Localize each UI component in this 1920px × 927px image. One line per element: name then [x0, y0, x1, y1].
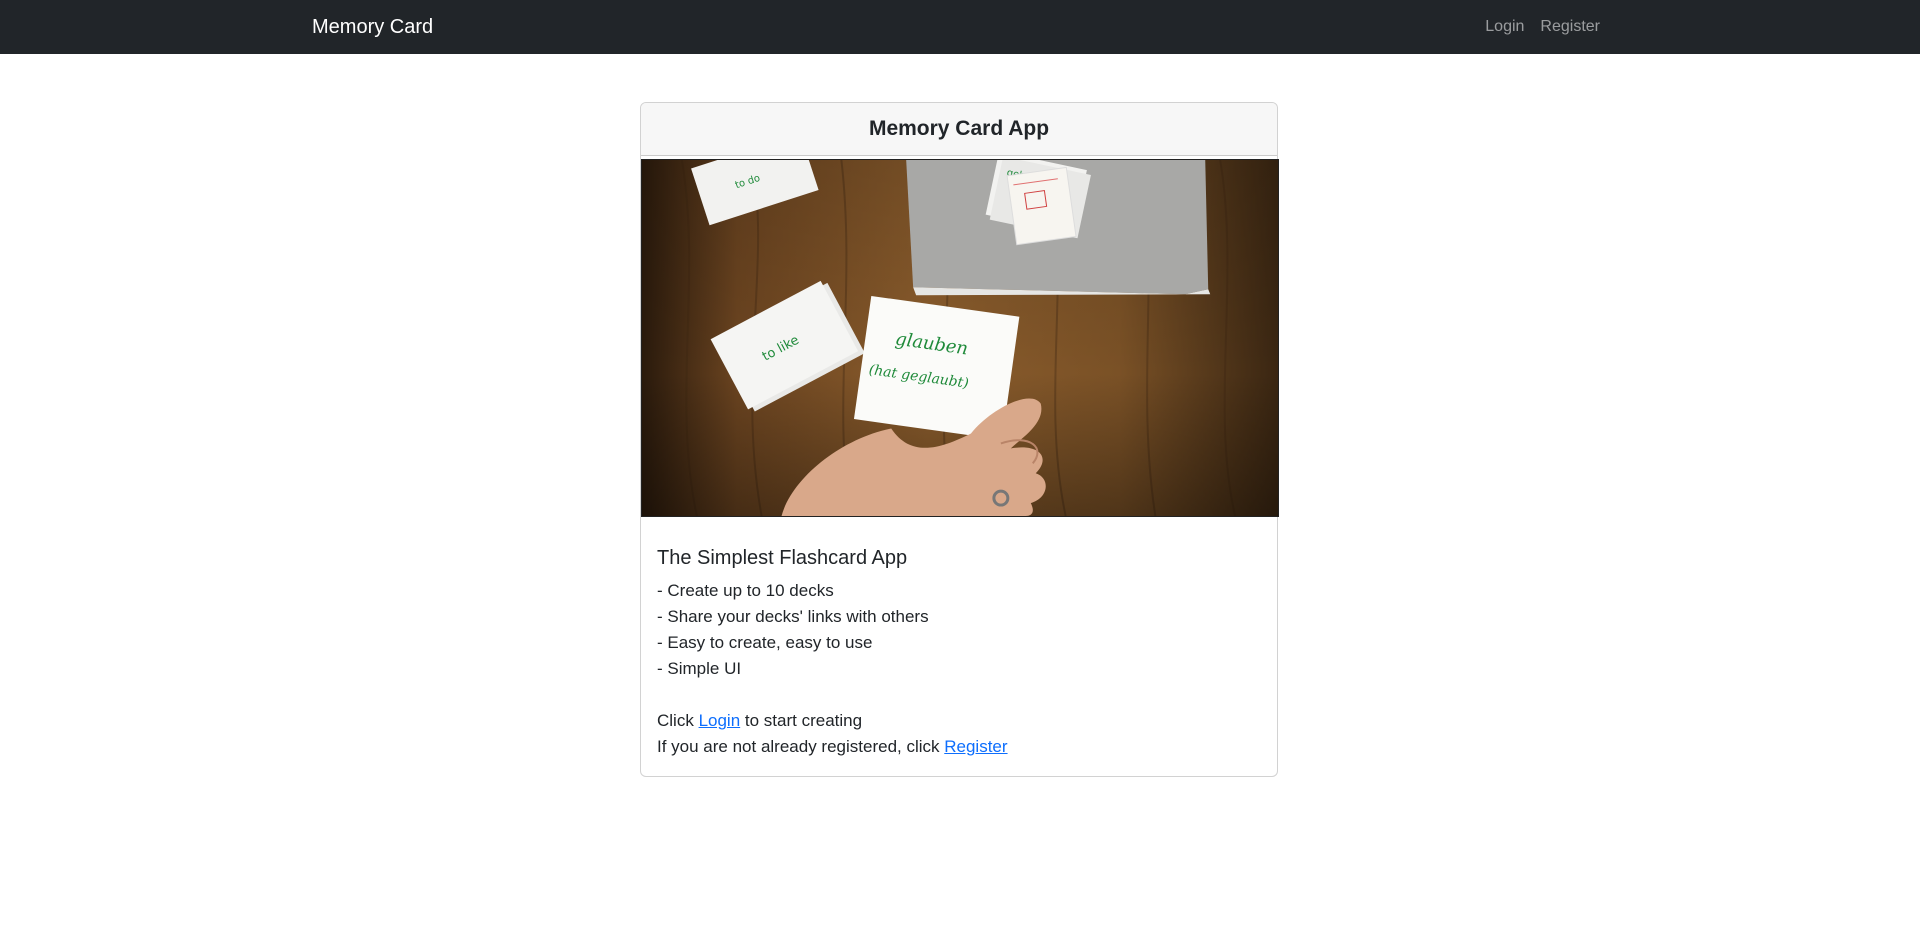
register-link[interactable]: Register — [944, 737, 1007, 756]
register-prompt-prefix: If you are not already registered, click — [657, 737, 945, 756]
brand-link[interactable]: Memory Card — [312, 0, 433, 54]
flashcards-photo: gebracht to do to like glauben (hat gegl… — [641, 159, 1279, 517]
feature-item: - Easy to create, easy to use — [657, 633, 873, 652]
login-prompt-prefix: Click — [657, 711, 699, 730]
intro-card: Memory Card App to do to like glauben (h… — [640, 102, 1279, 777]
nav-login-link[interactable]: Login — [1485, 18, 1524, 36]
nav-links: Login Register — [1485, 0, 1600, 54]
login-prompt-suffix: to start creating — [740, 711, 863, 730]
top-navbar: Memory Card Login Register — [0, 0, 1920, 54]
login-link[interactable]: Login — [699, 711, 741, 730]
feature-item: - Share your decks' links with others — [657, 607, 929, 626]
card-header: Memory Card App — [641, 103, 1277, 156]
card-body: The Simplest Flashcard App - Create up t… — [641, 517, 1277, 776]
feature-item: - Create up to 10 decks — [657, 581, 834, 600]
login-prompt: Click Login to start creating — [657, 708, 1261, 734]
feature-item: - Simple UI — [657, 659, 742, 678]
nav-register-link[interactable]: Register — [1540, 18, 1600, 36]
register-prompt: If you are not already registered, click… — [657, 734, 1261, 760]
card-title: The Simplest Flashcard App — [657, 547, 908, 569]
